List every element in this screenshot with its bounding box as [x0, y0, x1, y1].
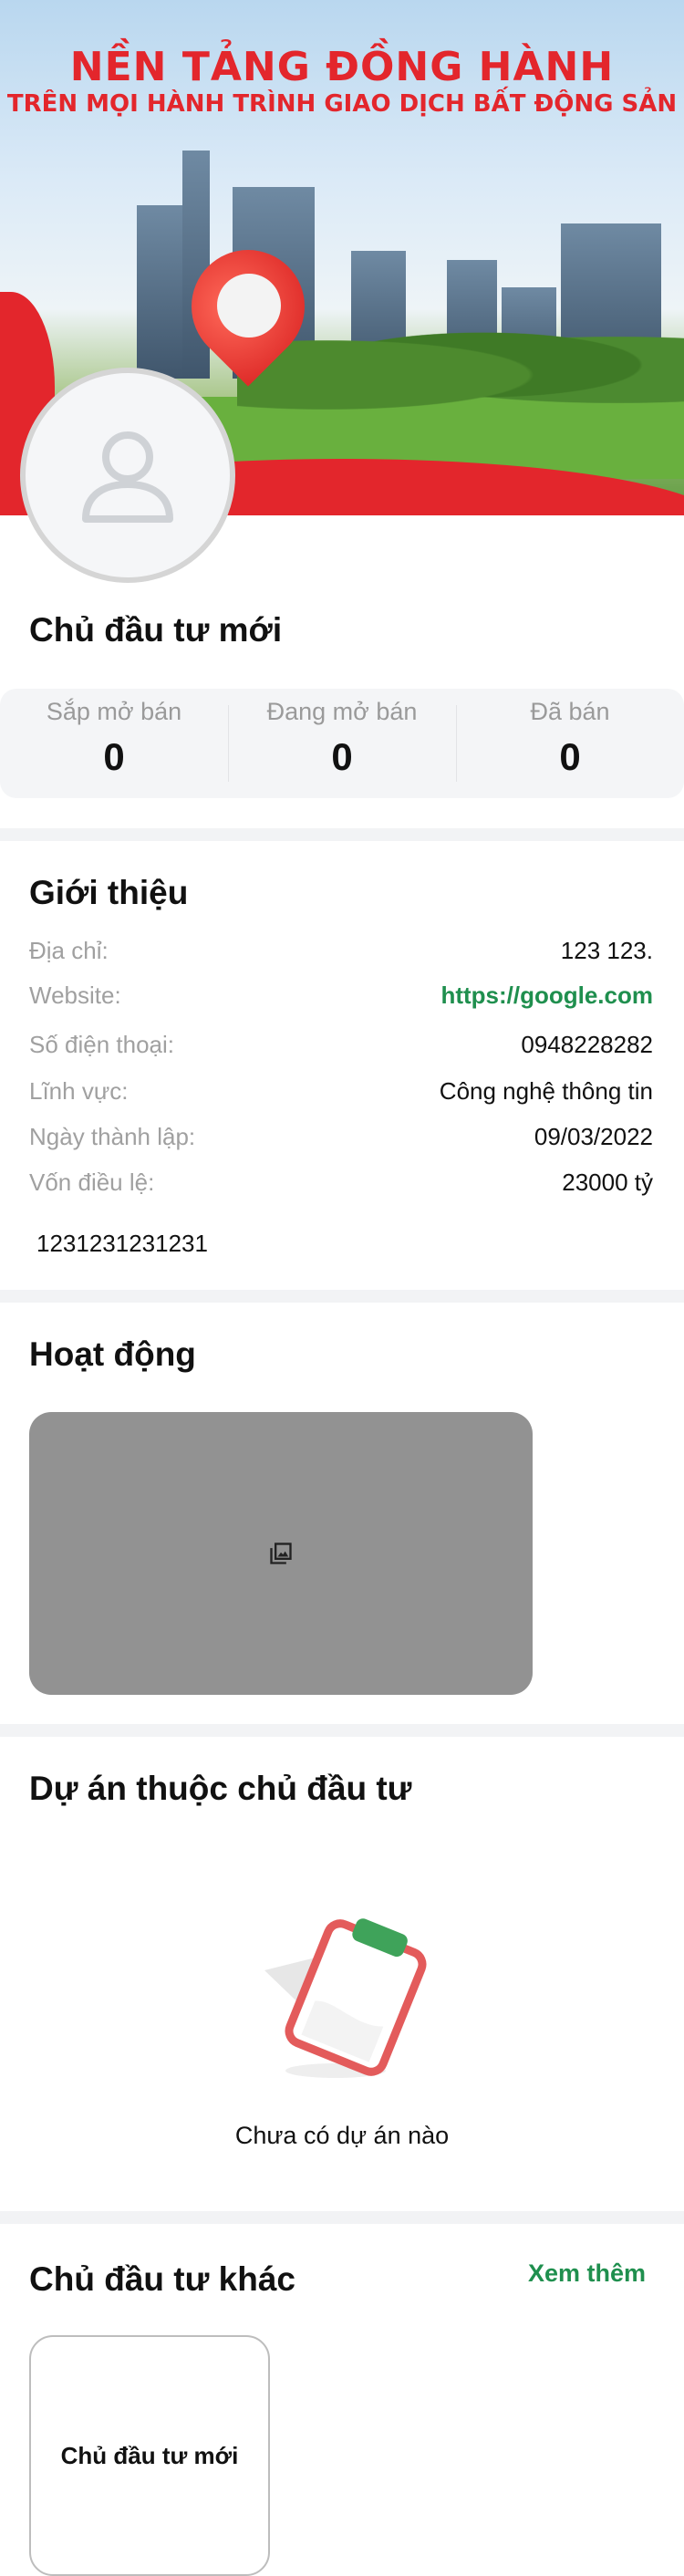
investor-card-name: Chủ đầu tư mới	[60, 2441, 239, 2469]
info-label: Địa chỉ:	[29, 937, 109, 964]
stats-bar: Sắp mở bán 0 Đang mở bán 0 Đã bán 0	[0, 689, 684, 798]
stat-label: Đang mở bán	[266, 698, 418, 725]
intro-description: 1231231231231	[36, 1230, 208, 1257]
info-row-phone: Số điện thoại: 0948228282	[29, 1031, 653, 1059]
projects-title: Dự án thuộc chủ đầu tư	[29, 1770, 412, 1807]
intro-title: Giới thiệu	[29, 874, 189, 911]
info-row-founded: Ngày thành lập: 09/03/2022	[29, 1123, 653, 1151]
stat-value: 0	[331, 735, 353, 778]
info-label: Website:	[29, 982, 121, 1009]
website-link[interactable]: https://google.com	[440, 982, 653, 1010]
other-investors-title: Chủ đầu tư khác	[29, 2260, 295, 2298]
clipboard-icon	[264, 1918, 427, 2078]
user-placeholder-icon	[82, 431, 173, 523]
section-divider	[0, 828, 684, 841]
banner-subtitle: TRÊN MỌI HÀNH TRÌNH GIAO DỊCH BẤT ĐỘNG S…	[6, 90, 678, 118]
section-divider	[0, 1290, 684, 1303]
info-row-capital: Vốn điều lệ: 23000 tỷ	[29, 1169, 653, 1197]
info-value: 23000 tỷ	[562, 1169, 653, 1196]
stat-sold[interactable]: Đã bán 0	[456, 689, 684, 798]
info-value: 09/03/2022	[534, 1123, 653, 1150]
investor-name: Chủ đầu tư mới	[29, 611, 283, 649]
info-label: Ngày thành lập:	[29, 1123, 196, 1150]
info-row-website: Website: https://google.com	[29, 982, 653, 1010]
activity-image[interactable]	[29, 1412, 533, 1695]
info-label: Vốn điều lệ:	[29, 1169, 155, 1196]
info-value: 0948228282	[521, 1031, 653, 1058]
banner-title: NỀN TẢNG ĐỒNG HÀNH	[69, 44, 615, 90]
pin-center	[217, 274, 281, 338]
section-divider	[0, 2211, 684, 2224]
trees	[237, 315, 684, 415]
activity-title: Hoạt động	[29, 1335, 196, 1373]
stat-upcoming[interactable]: Sắp mở bán 0	[0, 689, 228, 798]
stat-value: 0	[559, 735, 581, 778]
info-value: Công nghệ thông tin	[439, 1077, 653, 1105]
info-value: 123 123.	[560, 937, 653, 964]
section-divider	[0, 1724, 684, 1737]
info-row-address: Địa chỉ: 123 123.	[29, 937, 653, 965]
investor-card[interactable]: Chủ đầu tư mới	[29, 2335, 270, 2576]
stat-label: Sắp mở bán	[46, 698, 182, 725]
avatar[interactable]	[20, 368, 235, 583]
gallery-icon	[270, 1542, 292, 1564]
info-row-field: Lĩnh vực: Công nghệ thông tin	[29, 1077, 653, 1106]
empty-state-text: Chưa có dự án nào	[234, 2122, 450, 2149]
info-label: Lĩnh vực:	[29, 1077, 129, 1105]
stat-on-sale[interactable]: Đang mở bán 0	[228, 689, 456, 798]
stat-value: 0	[103, 735, 125, 778]
info-label: Số điện thoại:	[29, 1031, 175, 1058]
stat-label: Đã bán	[530, 698, 610, 725]
see-more-link[interactable]: Xem thêm	[528, 2259, 646, 2288]
